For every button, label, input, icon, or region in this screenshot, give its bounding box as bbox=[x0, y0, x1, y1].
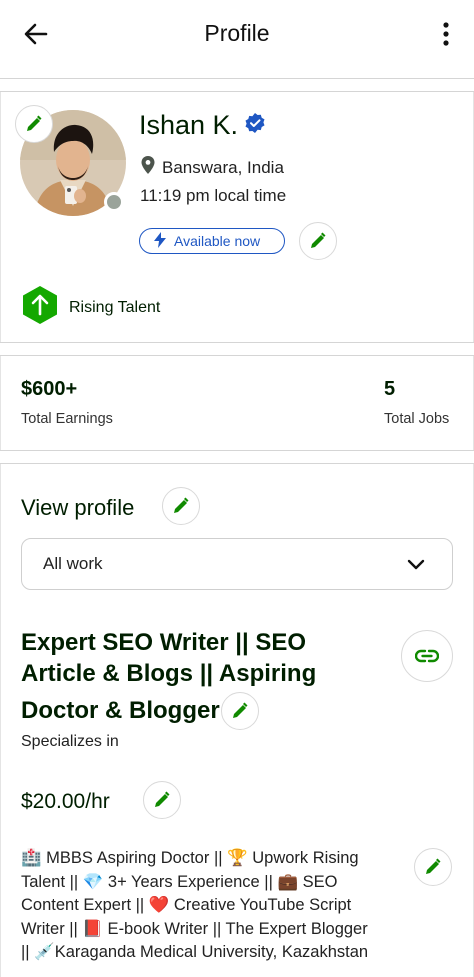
profile-name-text: Ishan K. bbox=[139, 110, 239, 140]
location-text: Banswara, India bbox=[162, 157, 284, 177]
divider bbox=[0, 450, 474, 464]
job-title-line: Expert SEO Writer || SEO bbox=[21, 629, 307, 656]
verified-badge-icon bbox=[244, 110, 266, 141]
view-profile-heading: View profile bbox=[21, 495, 135, 520]
copy-link-button[interactable] bbox=[401, 630, 453, 682]
specializes-label: Specializes in bbox=[21, 733, 119, 750]
earnings-label: Total Earnings bbox=[21, 411, 113, 427]
total-earnings: $600+ Total Earnings bbox=[21, 378, 113, 427]
chevron-down-icon bbox=[406, 557, 426, 577]
availability-badge[interactable]: Available now bbox=[139, 228, 285, 254]
link-icon bbox=[415, 649, 439, 663]
jobs-value: 5 bbox=[384, 378, 396, 400]
job-title-line: Doctor & Blogger bbox=[21, 697, 220, 724]
pencil-icon bbox=[24, 114, 44, 134]
earnings-value: $600+ bbox=[21, 378, 78, 400]
rising-talent-icon bbox=[21, 285, 59, 330]
overview-line: Writer || 📕 E-book Writer || The Expert … bbox=[21, 919, 368, 938]
jobs-label: Total Jobs bbox=[384, 411, 450, 427]
edit-photo-button[interactable] bbox=[15, 105, 53, 143]
job-title: Expert SEO Writer || SEO Article & Blogs… bbox=[21, 627, 341, 689]
divider bbox=[0, 78, 474, 92]
work-filter-dropdown[interactable]: All work bbox=[21, 538, 453, 590]
overview-line: Content Expert || ❤️ Creative YouTube Sc… bbox=[21, 896, 352, 914]
job-title-line: Article & Blogs || Aspiring bbox=[21, 660, 317, 687]
dropdown-value: All work bbox=[43, 554, 103, 573]
hourly-rate: $20.00/hr bbox=[21, 790, 110, 813]
pencil-icon bbox=[230, 701, 250, 721]
edit-availability-button[interactable] bbox=[299, 222, 337, 260]
edit-overview-button[interactable] bbox=[414, 848, 452, 886]
overview-line: Talent || 💎 3+ Years Experience || 💼 SEO bbox=[21, 872, 338, 891]
divider bbox=[0, 342, 474, 356]
edit-title-button[interactable] bbox=[221, 692, 259, 730]
lightning-icon bbox=[154, 231, 166, 251]
pencil-icon bbox=[171, 496, 191, 516]
overview-line: 🏥 MBBS Aspiring Doctor || 🏆 Upwork Risin… bbox=[21, 849, 359, 867]
pencil-icon bbox=[423, 857, 443, 877]
map-pin-icon bbox=[140, 155, 156, 180]
profile-overview: 🏥 MBBS Aspiring Doctor || 🏆 Upwork Risin… bbox=[21, 847, 401, 965]
online-status-dot bbox=[104, 192, 124, 212]
top-bar: Profile bbox=[0, 0, 474, 72]
pencil-icon bbox=[308, 231, 328, 251]
edit-profile-button[interactable] bbox=[162, 487, 200, 525]
overview-line: || 💉Karaganda Medical University, Kazakh… bbox=[21, 943, 369, 961]
more-vertical-icon[interactable] bbox=[440, 20, 452, 48]
local-time: 11:19 pm local time bbox=[140, 186, 287, 205]
location: Banswara, India bbox=[140, 155, 284, 180]
rising-talent-label: Rising Talent bbox=[69, 298, 161, 316]
availability-text: Available now bbox=[174, 233, 261, 249]
edit-rate-button[interactable] bbox=[143, 781, 181, 819]
total-jobs: 5 Total Jobs bbox=[384, 378, 449, 427]
page-title: Profile bbox=[204, 20, 270, 46]
pencil-icon bbox=[152, 790, 172, 810]
profile-name: Ishan K. bbox=[139, 110, 266, 141]
rising-talent-badge: Rising Talent bbox=[21, 285, 160, 330]
